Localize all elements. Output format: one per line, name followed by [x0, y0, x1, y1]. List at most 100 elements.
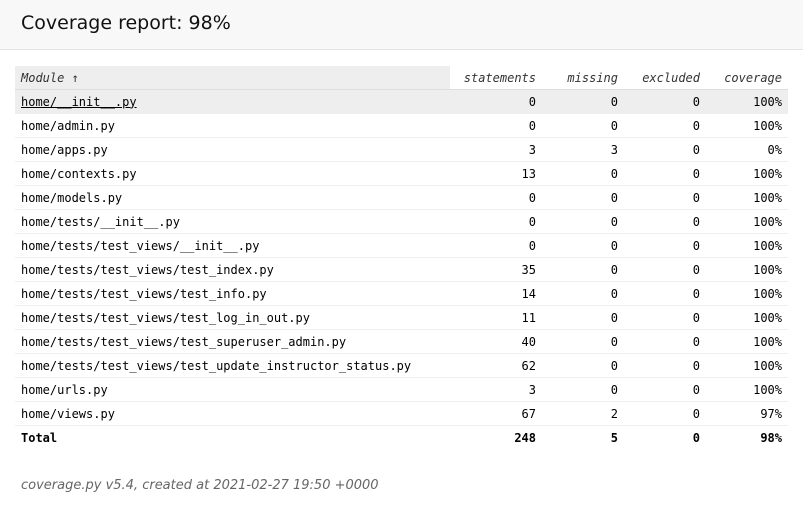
- table-row[interactable]: home/models.py 0 0 0 100%: [15, 185, 788, 210]
- coverage-cell: 100%: [706, 113, 788, 138]
- excluded-cell: 0: [624, 401, 706, 426]
- module-cell: home/tests/test_views/test_superuser_adm…: [15, 329, 450, 354]
- module-link[interactable]: home/contexts.py: [21, 167, 137, 181]
- module-cell: home/tests/__init__.py: [15, 209, 450, 234]
- total-statements: 248: [450, 425, 542, 449]
- table-row[interactable]: home/tests/test_views/test_log_in_out.py…: [15, 305, 788, 330]
- module-cell: home/__init__.py: [15, 89, 450, 114]
- missing-cell: 0: [542, 281, 624, 306]
- coverage-cell: 97%: [706, 401, 788, 426]
- coverage-cell: 100%: [706, 89, 788, 114]
- table-row[interactable]: home/admin.py 0 0 0 100%: [15, 113, 788, 138]
- module-link[interactable]: home/models.py: [21, 191, 122, 205]
- statements-column-header[interactable]: statements: [450, 66, 542, 90]
- table-row[interactable]: home/tests/test_views/__init__.py 0 0 0 100%: [15, 233, 788, 258]
- table-row[interactable]: home/__init__.py 0 0 0 100%: [15, 89, 788, 114]
- total-row: Total 248 5 0 98%: [15, 425, 788, 449]
- table-header-row: Module ↑ statements missing excluded cov…: [15, 66, 788, 90]
- module-cell: home/tests/test_views/test_log_in_out.py: [15, 305, 450, 330]
- module-cell: home/admin.py: [15, 113, 450, 138]
- excluded-cell: 0: [624, 89, 706, 114]
- missing-cell: 0: [542, 257, 624, 282]
- page-title: Coverage report: 98%: [21, 12, 231, 34]
- footer-text: coverage.py v5.4, created at 2021-02-27 …: [21, 478, 379, 493]
- statements-cell: 0: [450, 233, 542, 258]
- module-link[interactable]: home/tests/__init__.py: [21, 215, 180, 229]
- missing-cell: 0: [542, 305, 624, 330]
- statements-cell: 14: [450, 281, 542, 306]
- statements-cell: 67: [450, 401, 542, 426]
- report-footer: coverage.py v5.4, created at 2021-02-27 …: [0, 449, 803, 493]
- excluded-cell: 0: [624, 113, 706, 138]
- missing-cell: 0: [542, 113, 624, 138]
- statements-cell: 35: [450, 257, 542, 282]
- total-missing: 5: [542, 425, 624, 449]
- table-row[interactable]: home/views.py 67 2 0 97%: [15, 401, 788, 426]
- excluded-cell: 0: [624, 137, 706, 162]
- missing-cell: 0: [542, 161, 624, 186]
- missing-cell: 0: [542, 89, 624, 114]
- excluded-cell: 0: [624, 185, 706, 210]
- coverage-cell: 0%: [706, 137, 788, 162]
- module-link[interactable]: home/apps.py: [21, 143, 108, 157]
- module-column-header[interactable]: Module ↑: [15, 66, 450, 90]
- missing-cell: 0: [542, 185, 624, 210]
- statements-cell: 13: [450, 161, 542, 186]
- excluded-cell: 0: [624, 305, 706, 330]
- module-link[interactable]: home/tests/test_views/__init__.py: [21, 239, 259, 253]
- table-row[interactable]: home/tests/test_views/test_superuser_adm…: [15, 329, 788, 354]
- missing-cell: 0: [542, 353, 624, 378]
- total-excluded: 0: [624, 425, 706, 449]
- missing-cell: 0: [542, 209, 624, 234]
- table-row[interactable]: home/apps.py 3 3 0 0%: [15, 137, 788, 162]
- module-link[interactable]: home/tests/test_views/test_info.py: [21, 287, 267, 301]
- missing-cell: 3: [542, 137, 624, 162]
- statements-cell: 11: [450, 305, 542, 330]
- total-label: Total: [15, 425, 450, 449]
- module-header-label: Module: [21, 70, 65, 85]
- missing-cell: 0: [542, 377, 624, 402]
- excluded-cell: 0: [624, 353, 706, 378]
- module-cell: home/urls.py: [15, 377, 450, 402]
- module-link[interactable]: home/views.py: [21, 407, 115, 421]
- coverage-cell: 100%: [706, 281, 788, 306]
- excluded-cell: 0: [624, 377, 706, 402]
- coverage-column-header[interactable]: coverage: [706, 66, 788, 90]
- module-link[interactable]: home/tests/test_views/test_index.py: [21, 263, 274, 277]
- module-cell: home/models.py: [15, 185, 450, 210]
- table-row[interactable]: home/tests/__init__.py 0 0 0 100%: [15, 209, 788, 234]
- statements-cell: 0: [450, 89, 542, 114]
- excluded-cell: 0: [624, 329, 706, 354]
- excluded-column-header[interactable]: excluded: [624, 66, 706, 90]
- coverage-cell: 100%: [706, 233, 788, 258]
- module-link[interactable]: home/tests/test_views/test_superuser_adm…: [21, 335, 346, 349]
- table-row[interactable]: home/urls.py 3 0 0 100%: [15, 377, 788, 402]
- module-link[interactable]: home/tests/test_views/test_update_instru…: [21, 359, 411, 373]
- missing-column-header[interactable]: missing: [542, 66, 624, 90]
- module-link[interactable]: home/__init__.py: [21, 95, 137, 109]
- total-coverage: 98%: [706, 425, 788, 449]
- coverage-cell: 100%: [706, 377, 788, 402]
- module-cell: home/tests/test_views/test_index.py: [15, 257, 450, 282]
- table-row[interactable]: home/tests/test_views/test_index.py 35 0 0 1…: [15, 257, 788, 282]
- excluded-cell: 0: [624, 233, 706, 258]
- table-row[interactable]: home/contexts.py 13 0 0 100%: [15, 161, 788, 186]
- module-cell: home/contexts.py: [15, 161, 450, 186]
- module-cell: home/tests/test_views/test_info.py: [15, 281, 450, 306]
- statements-cell: 3: [450, 137, 542, 162]
- module-link[interactable]: home/admin.py: [21, 119, 115, 133]
- module-cell: home/tests/test_views/__init__.py: [15, 233, 450, 258]
- module-cell: home/views.py: [15, 401, 450, 426]
- table-row[interactable]: home/tests/test_views/test_update_instru…: [15, 353, 788, 378]
- statements-cell: 62: [450, 353, 542, 378]
- missing-cell: 0: [542, 329, 624, 354]
- module-cell: home/apps.py: [15, 137, 450, 162]
- module-link[interactable]: home/urls.py: [21, 383, 108, 397]
- statements-cell: 3: [450, 377, 542, 402]
- module-link[interactable]: home/tests/test_views/test_log_in_out.py: [21, 311, 310, 325]
- coverage-cell: 100%: [706, 209, 788, 234]
- table-body: home/__init__.py 0 0 0 100% home/admin.py 0 0 0 1…: [15, 89, 788, 426]
- report-header: Coverage report: 98%: [0, 0, 803, 50]
- table-row[interactable]: home/tests/test_views/test_info.py 14 0 0 10…: [15, 281, 788, 306]
- coverage-cell: 100%: [706, 161, 788, 186]
